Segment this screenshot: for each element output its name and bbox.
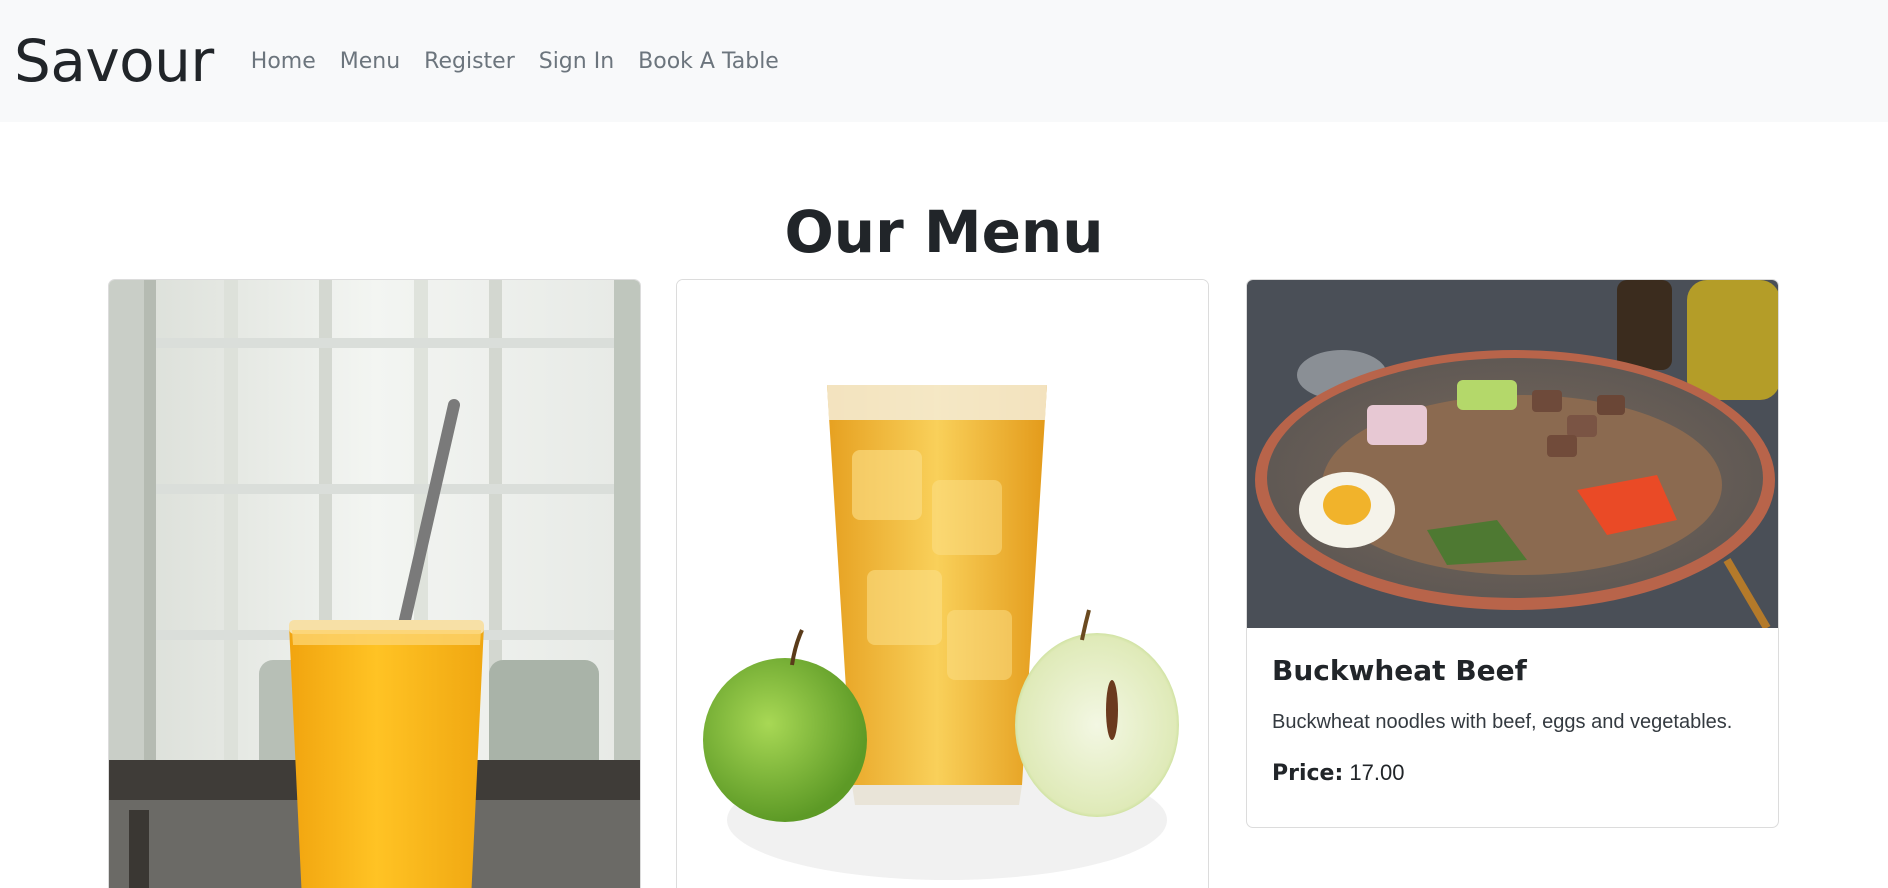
nav-link-book-a-table[interactable]: Book A Table: [638, 49, 779, 74]
menu-card: [676, 279, 1209, 888]
buckwheat-beef-bowl-photo: [1247, 280, 1778, 628]
menu-card: Buckwheat Beef Buckwheat noodles with be…: [1246, 279, 1779, 828]
card-body: Buckwheat Beef Buckwheat noodles with be…: [1247, 628, 1778, 806]
card-title: Buckwheat Beef: [1272, 654, 1527, 687]
brand-logo[interactable]: Savour: [14, 32, 214, 90]
card-description: Buckwheat noodles with beef, eggs and ve…: [1272, 711, 1733, 733]
nav-link-home[interactable]: Home: [251, 49, 316, 74]
nav-link-register[interactable]: Register: [424, 49, 515, 74]
apple-juice-photo: [677, 280, 1208, 888]
price-value: 17.00: [1349, 760, 1405, 785]
nav-link-sign-in[interactable]: Sign In: [539, 49, 614, 74]
menu-card: [108, 279, 641, 888]
card-price: Price: 17.00: [1272, 760, 1753, 786]
nav-links: Home Menu Register Sign In Book A Table: [236, 49, 788, 74]
page-title: Our Menu: [784, 198, 1104, 266]
top-navbar: Savour Home Menu Register Sign In Book A…: [0, 0, 1888, 122]
nav-link-menu[interactable]: Menu: [340, 49, 400, 74]
price-label: Price:: [1272, 761, 1344, 786]
orange-juice-photo: [109, 280, 640, 888]
